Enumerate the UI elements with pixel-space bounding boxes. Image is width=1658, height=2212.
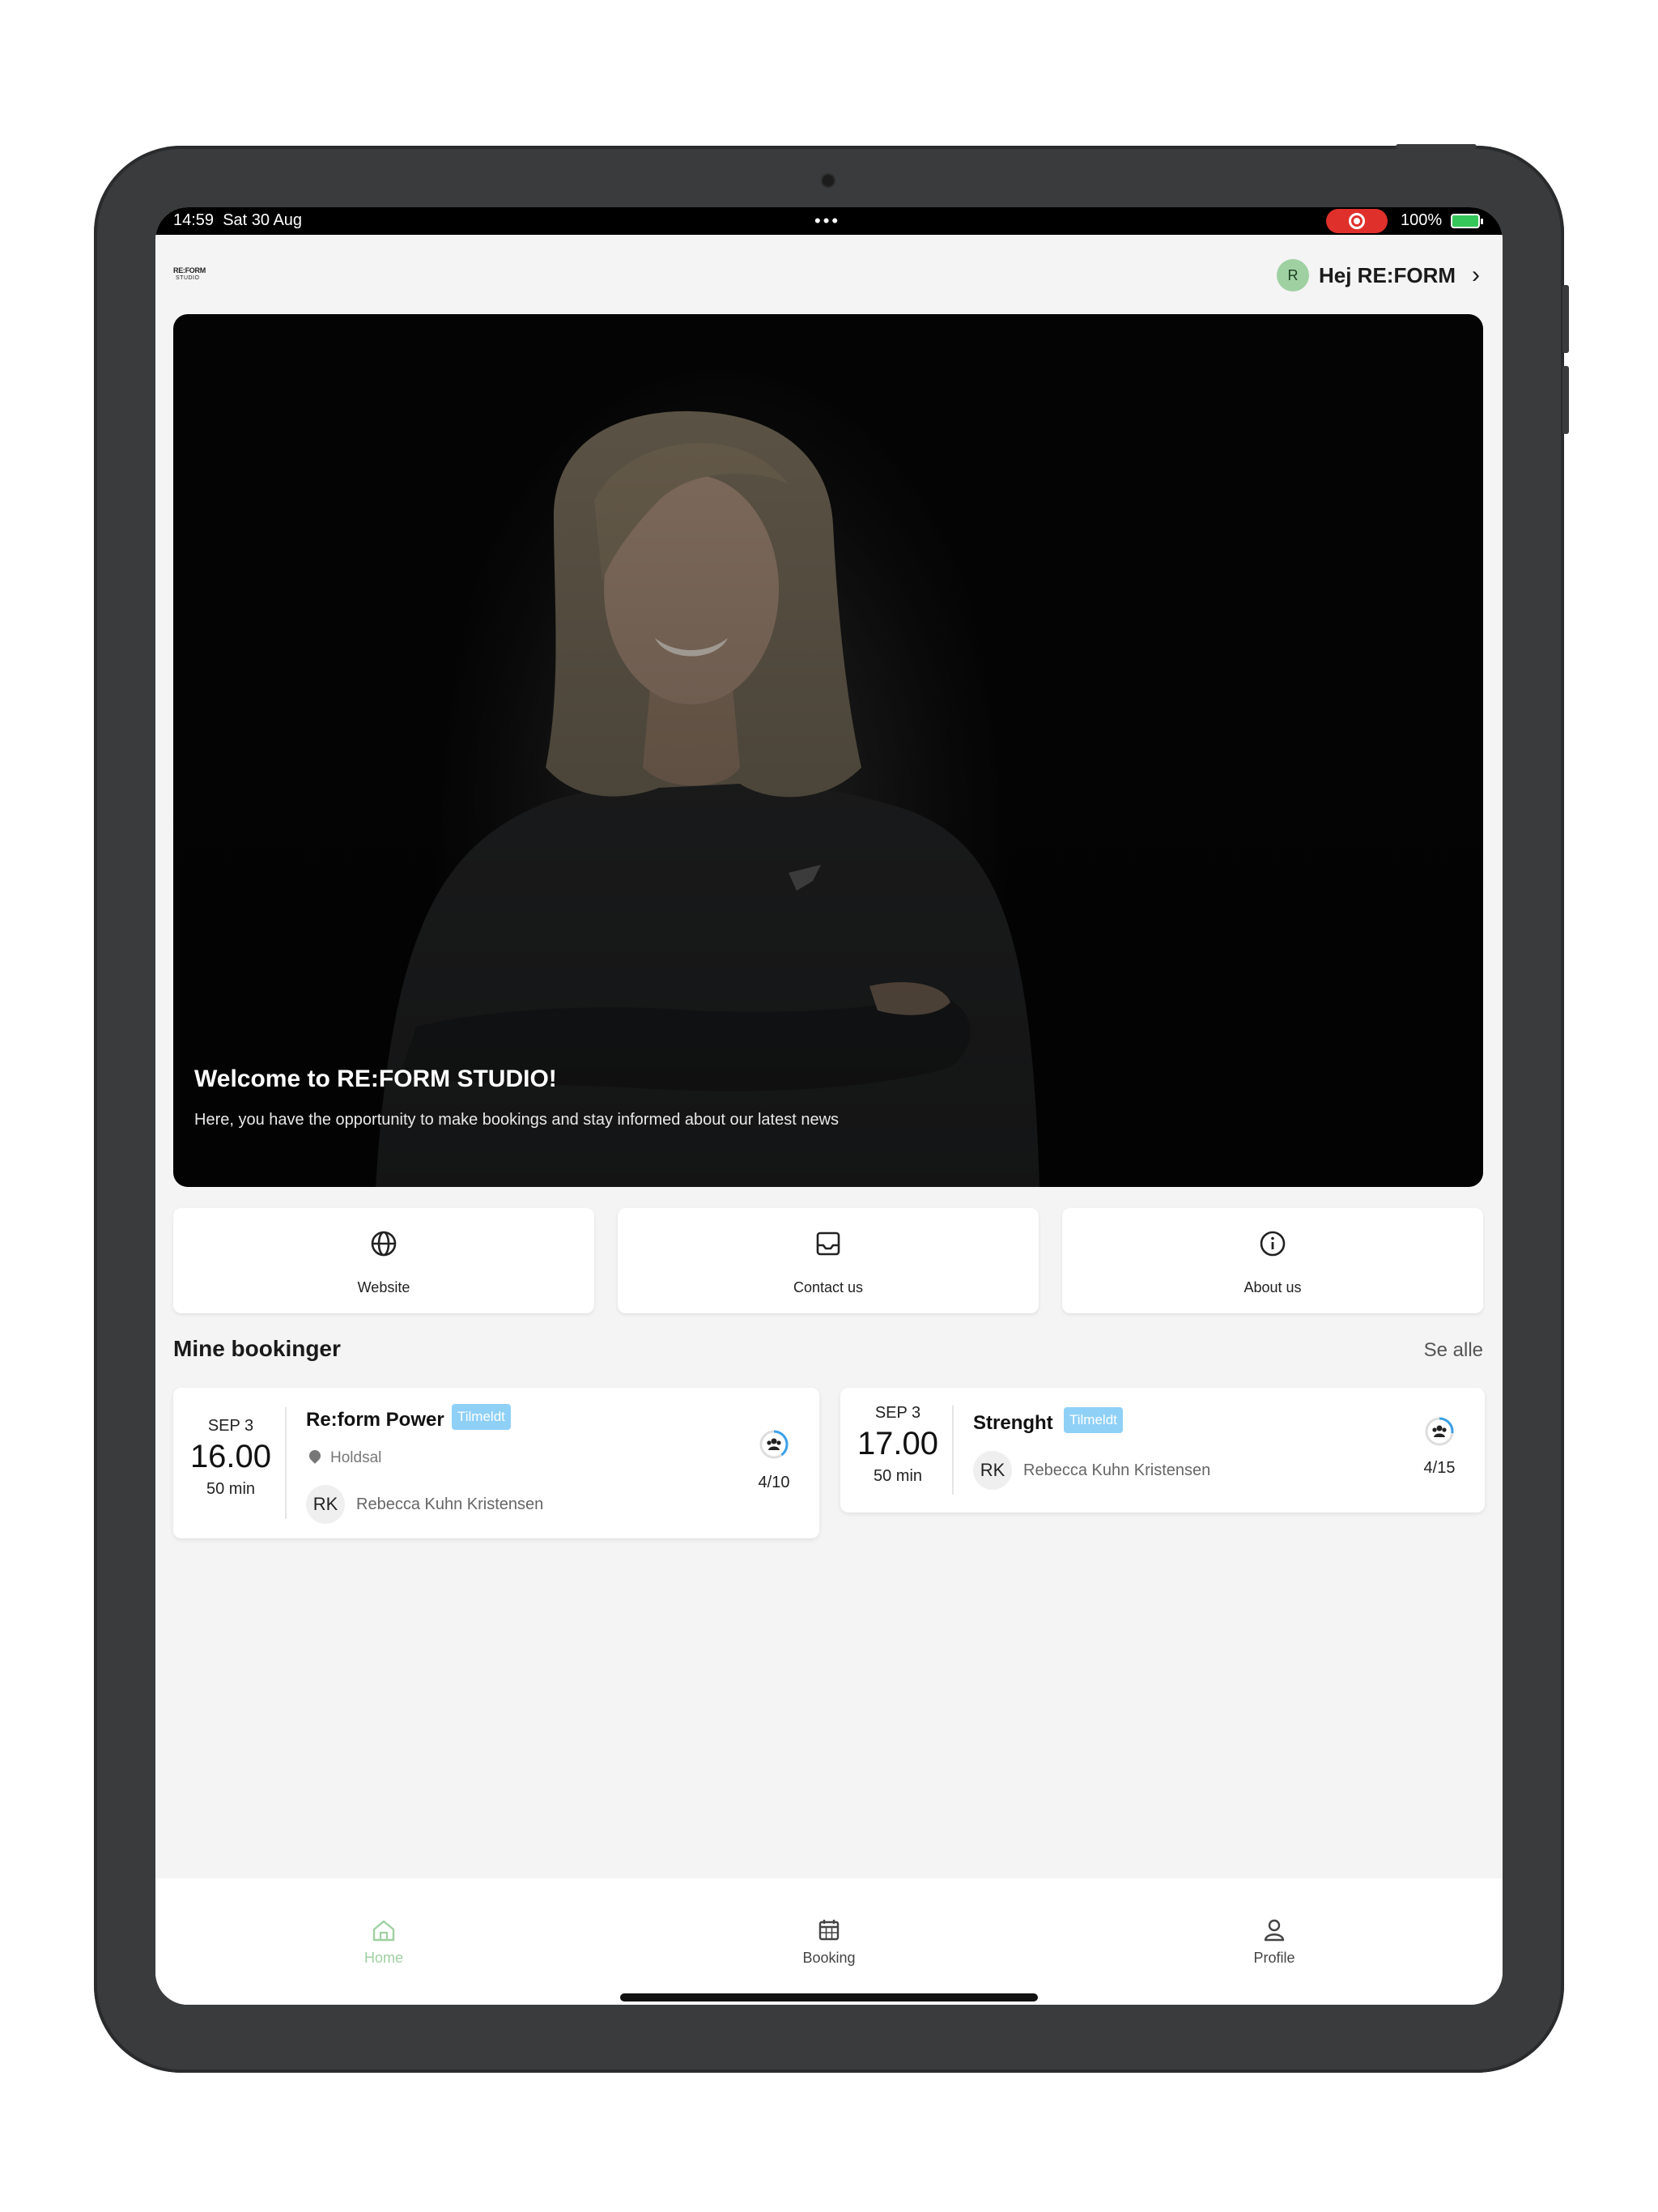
app-logo: RE:FORM STUDIO — [173, 266, 206, 282]
status-bar: 14:59 Sat 30 Aug ••• 100% — [155, 207, 1503, 235]
tab-booking-label: Booking — [802, 1950, 856, 1966]
user-icon — [1264, 1919, 1285, 1942]
about-us-button[interactable]: About us — [1062, 1208, 1483, 1313]
hero-title: Welcome to RE:FORM STUDIO! — [194, 1066, 557, 1092]
tab-booking[interactable]: Booking — [748, 1916, 910, 1967]
record-icon — [1349, 213, 1365, 229]
tab-profile-label: Profile — [1253, 1950, 1295, 1966]
contact-us-label: Contact us — [793, 1279, 864, 1295]
battery-icon — [1451, 214, 1483, 228]
battery-percent: 100% — [1401, 211, 1443, 229]
info-icon — [1260, 1231, 1286, 1257]
participants-icon — [1425, 1417, 1454, 1446]
booking-card[interactable]: SEP 3 17.00 50 min Strenght Tilmeldt RK … — [840, 1388, 1485, 1512]
screen-recording-indicator[interactable] — [1326, 209, 1388, 233]
calendar-icon — [818, 1920, 840, 1941]
booking-card[interactable]: SEP 3 16.00 50 min Re:form Power Tilmeld… — [173, 1388, 819, 1538]
status-badge: Tilmeldt — [452, 1404, 511, 1430]
home-icon — [372, 1920, 395, 1942]
status-time: 14:59 Sat 30 Aug — [173, 211, 303, 229]
class-location: Holdsal — [306, 1448, 381, 1467]
booking-date: SEP 3 17.00 50 min — [857, 1404, 939, 1485]
greeting-text: Hej RE:FORM — [1319, 262, 1456, 287]
tab-bar: Home Booking Profile — [155, 1878, 1503, 2005]
chevron-right-icon: › — [1472, 262, 1480, 288]
instructor-avatar: RK — [973, 1451, 1012, 1490]
globe-icon — [371, 1231, 397, 1257]
capacity-count: 4/10 — [758, 1474, 790, 1491]
instructor: RK Rebecca Kuhn Kristensen — [973, 1451, 1210, 1490]
participants-icon — [759, 1430, 789, 1459]
home-indicator[interactable] — [620, 1993, 1038, 2001]
multitasking-dots[interactable]: ••• — [814, 211, 840, 232]
see-all-link[interactable]: Se alle — [1424, 1339, 1483, 1362]
camera — [823, 175, 834, 186]
hero-banner: Welcome to RE:FORM STUDIO! Here, you hav… — [173, 314, 1483, 1187]
instructor-avatar: RK — [306, 1485, 345, 1524]
capacity-count: 4/15 — [1423, 1459, 1456, 1477]
contact-us-button[interactable]: Contact us — [618, 1208, 1039, 1313]
tab-home[interactable]: Home — [303, 1916, 465, 1967]
instructor-name: Rebecca Kuhn Kristensen — [1023, 1461, 1211, 1479]
volume-up-button — [1562, 285, 1569, 353]
inbox-icon — [816, 1231, 840, 1256]
class-name: Strenght — [973, 1412, 1053, 1434]
tab-profile[interactable]: Profile — [1193, 1916, 1355, 1967]
about-us-label: About us — [1244, 1279, 1302, 1295]
location-pin-icon — [307, 1448, 323, 1464]
screen: 14:59 Sat 30 Aug ••• 100% RE:FORM STUDIO… — [155, 207, 1503, 2005]
profile-greeting[interactable]: R Hej RE:FORM › — [1277, 257, 1480, 293]
class-name: Re:form Power — [306, 1409, 444, 1431]
avatar: R — [1277, 259, 1309, 291]
website-button[interactable]: Website — [173, 1208, 594, 1313]
app-header: RE:FORM STUDIO R Hej RE:FORM › — [155, 235, 1503, 316]
tab-home-label: Home — [363, 1950, 403, 1966]
top-button — [1396, 144, 1477, 149]
quick-links: Website Contact us About us — [173, 1208, 1483, 1313]
website-label: Website — [357, 1279, 410, 1295]
status-badge: Tilmeldt — [1064, 1407, 1123, 1433]
section-title: Mine bookinger — [173, 1336, 341, 1361]
instructor-name: Rebecca Kuhn Kristensen — [356, 1495, 544, 1513]
volume-down-button — [1562, 366, 1569, 434]
instructor: RK Rebecca Kuhn Kristensen — [306, 1485, 543, 1524]
booking-date: SEP 3 16.00 50 min — [189, 1417, 272, 1498]
hero-subtitle: Here, you have the opportunity to make b… — [194, 1111, 840, 1129]
